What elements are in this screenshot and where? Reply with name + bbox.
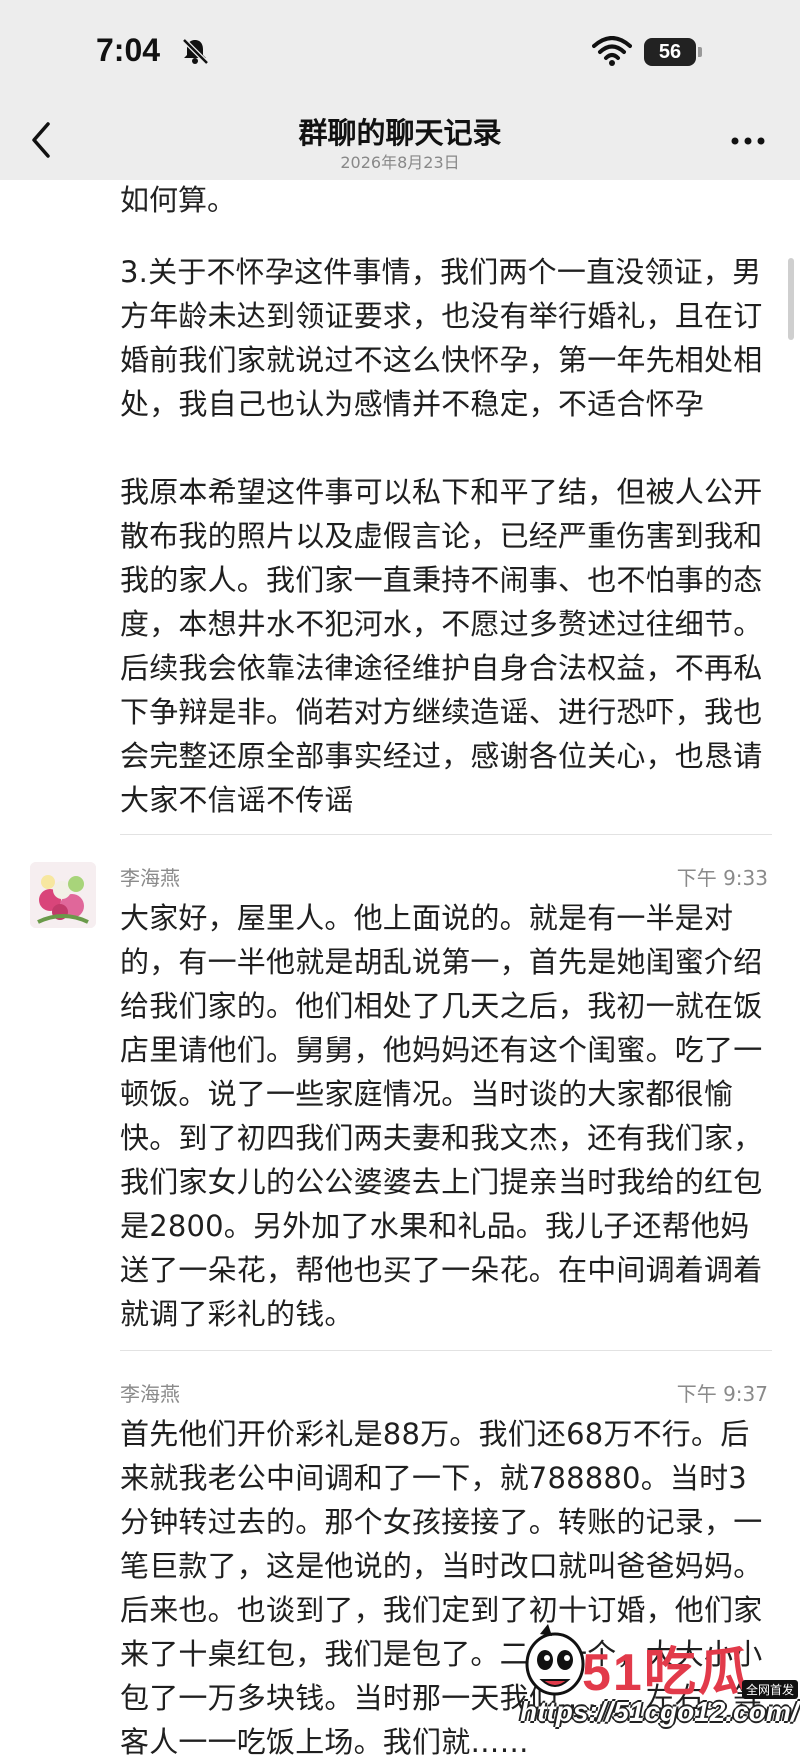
battery-cap [698,47,702,57]
battery-indicator: 56 [644,38,696,66]
page-subtitle: 2026年8月23日 [340,153,460,172]
status-time: 7:04 [96,32,161,68]
truncated-text: 如何算。 [120,183,237,217]
message-paragraph: 我原本希望这件事可以私下和平了结，但被人公开散布我的照片以及虚假言论，已经严重伤… [120,475,763,817]
message-divider [120,834,772,835]
bell-off-icon [182,38,209,65]
scrollbar[interactable] [788,258,794,340]
sender-name: 李海燕 [120,1382,180,1406]
more-icon[interactable] [730,136,766,146]
avatar[interactable] [30,862,96,928]
message-text: 大家好，屋里人。他上面说的。就是有一半是对的，有一半他就是胡乱说第一，首先是她闺… [120,901,763,1331]
sender-name: 李海燕 [120,866,180,890]
watermark-url: https://51cgo12.com/ [520,1696,799,1727]
mascot-icon [525,1624,585,1696]
wifi-icon [592,36,632,66]
page-title: 群聊的聊天记录 [298,116,502,150]
message-divider [120,1350,772,1351]
top-bar: 7:04 56 群聊的聊天记录 2026年8月23日 [0,0,800,180]
chat-content[interactable]: 如何算。 3.关于不怀孕这件事情，我们两个一直没领证，男方年龄未达到领证要求，也… [0,0,800,1759]
message-paragraph: 3.关于不怀孕这件事情，我们两个一直没领证，男方年龄未达到领证要求，也没有举行婚… [120,255,763,421]
message-time: 下午 9:37 [676,1382,768,1406]
message-time: 下午 9:33 [676,866,768,890]
watermark-brand: 51吃瓜 [582,1644,752,1702]
watermark: 51吃瓜 全网首发 https://51cgo12.com/ [520,1620,800,1737]
